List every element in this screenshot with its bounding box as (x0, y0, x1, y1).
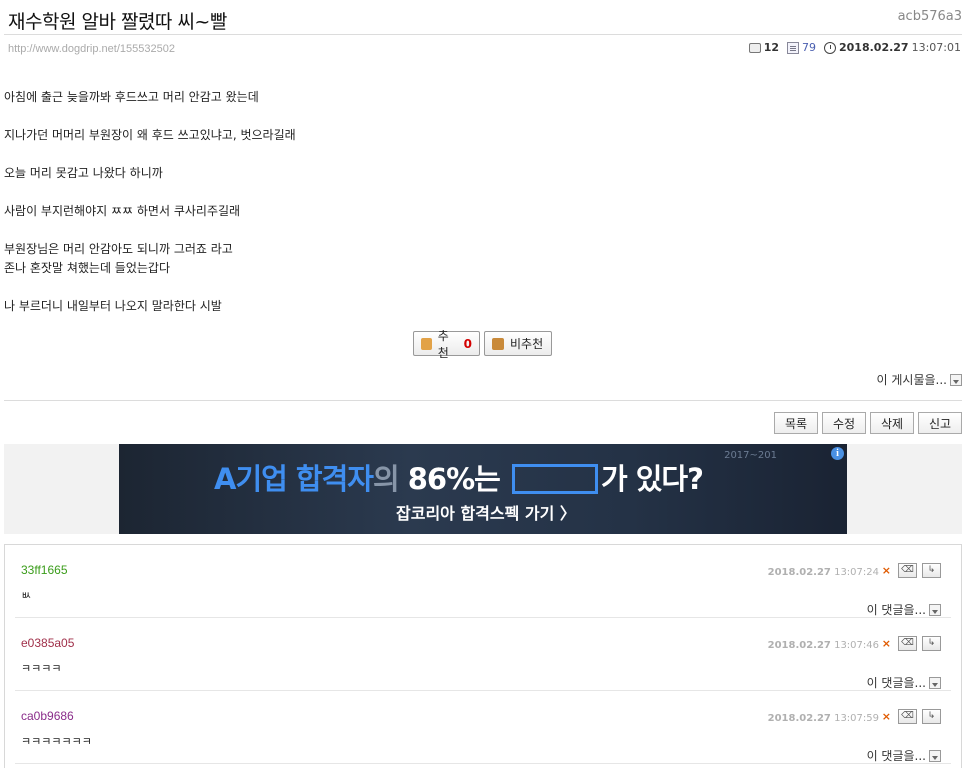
comment-more-label: 이 댓글을... (866, 749, 926, 763)
comment-item: 33ff1665 ㅄ 2018.02.27 13:07:24 × ⌫ ↳ 이 댓글을... (5, 545, 961, 618)
comment-datetime: 2018.02.27 13:07:46 (768, 640, 879, 651)
post-line: 아침에 출근 늦을까봐 후드쓰고 머리 안감고 왔는데 (4, 90, 259, 104)
upvote-label: 추천 (437, 328, 449, 360)
post-stats: 12 79 2018.02.27 13:07:01 (748, 41, 961, 54)
post-line: 존나 혼잣말 쳐했는데 들었는갑다 (4, 261, 171, 275)
delete-icon[interactable]: × (882, 710, 891, 723)
post-more-menu[interactable]: 이 게시물을... (877, 371, 962, 388)
post-author[interactable]: acb576a3 (898, 9, 962, 24)
divider (4, 400, 962, 401)
post-url[interactable]: http://www.dogdrip.net/155532502 (8, 43, 175, 55)
downvote-button[interactable]: 비추천 (484, 331, 552, 356)
post-datetime: 2018.02.27 13:07:01 (824, 41, 961, 54)
comment-list: 33ff1665 ㅄ 2018.02.27 13:07:24 × ⌫ ↳ 이 댓글을... e… (4, 544, 962, 768)
ad-subline: 잡코리아 합격스펙 가기 〉 (396, 504, 576, 523)
post-line: 부원장님은 머리 안감아도 되니까 그러죠 라고 (4, 242, 233, 256)
post-header: 재수학원 알바 짤렸따 씨~빨 acb576a3 (8, 5, 964, 33)
eraser-icon[interactable]: ⌫ (898, 709, 917, 724)
ad-headline: A기업 합격자의 86%는 가 있다? (214, 456, 704, 498)
list-button[interactable]: 목록 (774, 412, 818, 434)
view-count: 79 (787, 41, 816, 54)
post-line: 나 부르더니 내일부터 나오지 말라한다 시발 (4, 299, 222, 313)
ad-headline-stat: 86%는 (407, 462, 501, 496)
comment-time: 13:07:24 (834, 567, 879, 578)
dropdown-icon (950, 373, 962, 386)
comment-author[interactable]: ca0b9686 (21, 709, 74, 723)
ad-container: 2017~201 A기업 합격자의 86%는 가 있다? 잡코리아 합격스펙 가… (4, 444, 962, 534)
ad-headline-accent: A기업 합격자 (214, 462, 374, 496)
comment-more-label: 이 댓글을... (866, 676, 926, 690)
divider (4, 34, 962, 35)
comment-more-menu[interactable]: 이 댓글을... (867, 747, 941, 764)
thumbs-down-icon (492, 337, 504, 350)
comment-more-label: 이 댓글을... (866, 603, 926, 617)
ad-headline-particle: 의 (372, 462, 400, 496)
edit-button[interactable]: 수정 (822, 412, 866, 434)
eraser-icon[interactable]: ⌫ (898, 636, 917, 651)
delete-button[interactable]: 삭제 (870, 412, 914, 434)
post-line: 오늘 머리 못감고 나왔다 하니까 (4, 166, 163, 180)
comment-more-menu[interactable]: 이 댓글을... (867, 601, 941, 618)
delete-icon[interactable]: × (882, 637, 891, 650)
comment-icon (748, 42, 761, 53)
dropdown-icon (929, 676, 941, 689)
comment-date: 2018.02.27 (767, 567, 831, 578)
reply-icon[interactable]: ↳ (922, 563, 941, 578)
comment-item: e0385a05 ㅋㅋㅋㅋ 2018.02.27 13:07:46 × ⌫ ↳ 이 댓글을.… (5, 618, 961, 691)
post-line: 사람이 부지런해야지 ㅉㅉ 하면서 쿠사리주길래 (4, 204, 241, 218)
comment-datetime: 2018.02.27 13:07:24 (768, 567, 879, 578)
reply-icon[interactable]: ↳ (922, 636, 941, 651)
clock-icon (824, 41, 836, 54)
eraser-icon[interactable]: ⌫ (898, 563, 917, 578)
ad-blank-box (511, 464, 598, 494)
dropdown-icon (929, 749, 941, 762)
comment-text: ㅋㅋㅋㅋㅋㅋㅋ (21, 735, 92, 748)
report-button[interactable]: 신고 (918, 412, 962, 434)
upvote-count: 0 (463, 336, 472, 351)
comment-count-value: 12 (763, 41, 779, 54)
delete-icon[interactable]: × (882, 564, 891, 577)
comment-author[interactable]: e0385a05 (21, 636, 74, 650)
comment-date: 2018.02.27 (767, 640, 831, 651)
comment-time: 13:07:46 (834, 640, 879, 651)
comment-more-menu[interactable]: 이 댓글을... (867, 674, 941, 691)
info-icon[interactable]: i (831, 447, 844, 460)
ad-banner[interactable]: 2017~201 A기업 합격자의 86%는 가 있다? 잡코리아 합격스펙 가… (119, 444, 847, 534)
comment-date: 2018.02.27 (767, 713, 831, 724)
upvote-button[interactable]: 추천 0 (413, 329, 480, 360)
comment-item: ca0b9686 ㅋㅋㅋㅋㅋㅋㅋ 2018.02.27 13:07:59 × ⌫ ↳ 이 댓… (5, 691, 961, 764)
divider (15, 763, 951, 764)
dropdown-icon (929, 603, 941, 616)
ad-decoration-text: 2017~201 (724, 450, 777, 461)
comment-text: ㅋㅋㅋㅋ (21, 662, 62, 675)
comment-count: 12 (748, 41, 779, 54)
comment-datetime: 2018.02.27 13:07:59 (768, 713, 879, 724)
post-line: 지나가던 머머리 부원장이 왜 후드 쓰고있냐고, 벗으라길래 (4, 128, 296, 142)
post-meta: http://www.dogdrip.net/155532502 12 79 2… (8, 40, 964, 58)
comment-author[interactable]: 33ff1665 (21, 563, 68, 577)
post-time: 13:07:01 (911, 41, 961, 54)
downvote-label: 비추천 (510, 337, 544, 351)
document-icon (787, 41, 799, 54)
post-date: 2018.02.27 (839, 41, 909, 54)
post-more-label: 이 게시물을... (876, 373, 947, 387)
post-body: 아침에 출근 늦을까봐 후드쓰고 머리 안감고 왔는데지나가던 머머리 부원장이… (4, 88, 904, 316)
reply-icon[interactable]: ↳ (922, 709, 941, 724)
thumbs-up-icon (421, 337, 432, 350)
comment-time: 13:07:59 (834, 713, 879, 724)
view-count-value: 79 (802, 41, 816, 54)
comment-text: ㅄ (21, 589, 32, 602)
post-title: 재수학원 알바 짤렸따 씨~빨 (8, 11, 227, 33)
ad-headline-end: 가 있다? (600, 462, 704, 496)
